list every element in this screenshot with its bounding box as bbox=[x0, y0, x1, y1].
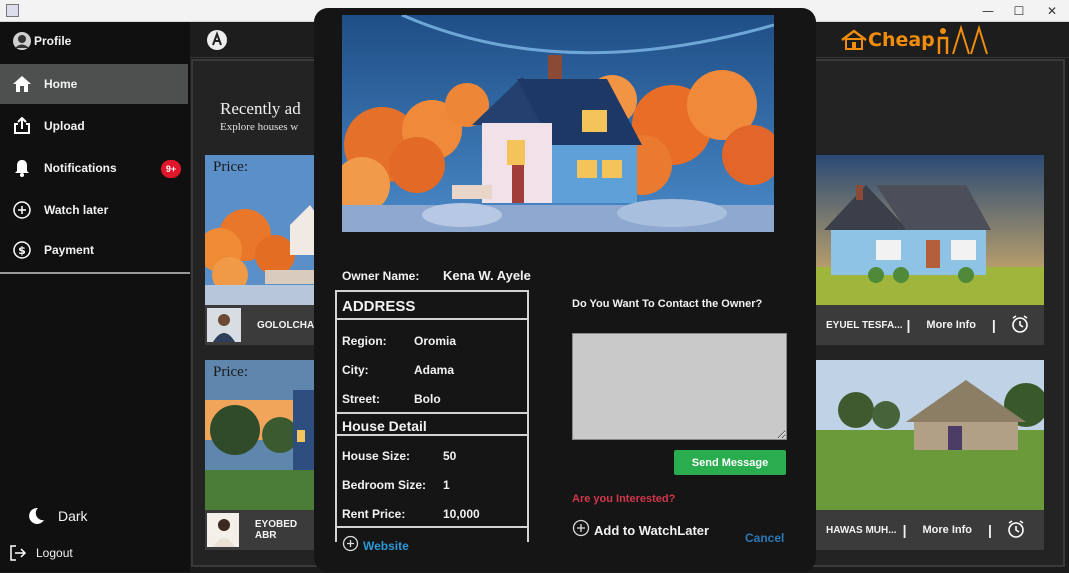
profile-item[interactable]: Profile bbox=[0, 22, 188, 60]
card-footer: HAWAS MUH... | More Info | bbox=[816, 510, 1044, 550]
plus-circle-icon bbox=[0, 200, 44, 220]
send-message-button[interactable]: Send Message bbox=[674, 450, 786, 475]
home-icon bbox=[0, 75, 44, 93]
upload-icon bbox=[0, 117, 44, 135]
divider: | bbox=[906, 317, 911, 333]
divider: | bbox=[987, 522, 992, 538]
region-value: Oromia bbox=[414, 334, 457, 348]
sidebar-item-notifications[interactable]: Notifications 9+ bbox=[0, 148, 188, 188]
alarm-clock-icon[interactable] bbox=[1010, 314, 1030, 337]
minimize-button[interactable]: — bbox=[973, 2, 1003, 20]
bedroom-size-label: Bedroom Size: bbox=[342, 478, 427, 492]
house-card[interactable]: HAWAS MUH... | More Info | bbox=[816, 360, 1044, 550]
interested-label: Are you Interested? bbox=[572, 493, 676, 505]
logout-icon bbox=[0, 543, 36, 563]
owner-name-label: Owner Name: bbox=[342, 269, 420, 283]
message-input[interactable] bbox=[572, 333, 787, 440]
close-window-button[interactable]: ✕ bbox=[1037, 2, 1067, 20]
sidebar-item-label: Payment bbox=[44, 243, 95, 257]
cancel-button[interactable]: Cancel bbox=[745, 531, 784, 545]
recent-title: Recently ad bbox=[220, 99, 301, 118]
more-info-button[interactable]: More Info bbox=[926, 319, 976, 331]
house-image bbox=[816, 155, 1044, 305]
region-label: Region: bbox=[342, 334, 387, 348]
notification-badge: 9+ bbox=[161, 160, 181, 178]
owner-name: GOLOLCHA bbox=[257, 319, 315, 331]
plus-circle-icon bbox=[572, 519, 590, 542]
sidebar-item-label: Notifications bbox=[44, 161, 117, 175]
house-detail-header: House Detail bbox=[342, 418, 427, 434]
divider bbox=[335, 526, 529, 528]
house-image bbox=[816, 360, 1044, 510]
sidebar-divider bbox=[0, 272, 190, 274]
brand-name: Cheap bbox=[868, 29, 935, 51]
sidebar-item-watch-later[interactable]: Watch later bbox=[0, 190, 188, 230]
bell-icon bbox=[0, 158, 44, 178]
owner-name-value: Kena W. Ayele bbox=[443, 268, 531, 283]
brand-logo: Cheap bbox=[840, 24, 993, 56]
alarm-clock-icon[interactable] bbox=[1006, 519, 1026, 542]
house-detail-image bbox=[342, 15, 774, 232]
street-value: Bolo bbox=[414, 392, 441, 406]
app-icon bbox=[6, 4, 19, 17]
house-size-value: 50 bbox=[443, 449, 457, 463]
house-logo-icon bbox=[841, 29, 867, 50]
plus-circle-icon bbox=[342, 535, 359, 557]
profile-label: Profile bbox=[34, 34, 72, 48]
logout-button[interactable]: Logout bbox=[0, 533, 188, 573]
house-image: Price: bbox=[205, 360, 317, 510]
bedroom-size-value: 1 bbox=[443, 478, 450, 492]
contact-question: Do You Want To Contact the Owner? bbox=[572, 298, 763, 310]
sidebar-item-payment[interactable]: $ Payment bbox=[0, 230, 188, 270]
owner-name: EYOBED ABR bbox=[254, 519, 298, 541]
divider: | bbox=[902, 522, 907, 538]
city-value: Adama bbox=[414, 363, 455, 377]
city-label: City: bbox=[342, 363, 369, 377]
divider: | bbox=[991, 317, 996, 333]
house-card[interactable]: EYUEL TESFA... | More Info | bbox=[816, 155, 1044, 345]
logout-label: Logout bbox=[36, 546, 73, 560]
website-link[interactable]: Website bbox=[342, 535, 409, 557]
rent-price-label: Rent Price: bbox=[342, 507, 406, 521]
house-card[interactable]: Price: GOLOLCHA bbox=[205, 155, 317, 345]
recent-subtitle: Explore houses w bbox=[220, 121, 299, 133]
house-size-label: House Size: bbox=[342, 449, 411, 463]
owner-name: EYUEL TESFA... bbox=[826, 319, 903, 331]
card-footer: GOLOLCHA bbox=[205, 305, 317, 345]
house-image: Price: bbox=[205, 155, 317, 305]
owner-name: HAWAS MUH... bbox=[826, 524, 897, 536]
more-info-button[interactable]: More Info bbox=[922, 524, 972, 536]
website-label: Website bbox=[363, 539, 409, 553]
logo-figures-icon bbox=[937, 24, 988, 55]
address-header: ADDRESS bbox=[342, 298, 416, 315]
sidebar-item-label: Watch later bbox=[44, 203, 109, 217]
maximize-button[interactable]: ☐ bbox=[1004, 2, 1034, 20]
add-to-watchlater-button[interactable]: Add to WatchLater bbox=[572, 519, 709, 542]
divider bbox=[335, 434, 529, 436]
dark-mode-toggle[interactable]: Dark bbox=[0, 496, 188, 536]
watchlater-label: Add to WatchLater bbox=[594, 523, 710, 538]
dark-label: Dark bbox=[58, 508, 88, 524]
owner-avatar bbox=[207, 308, 241, 342]
app-nav-icon[interactable] bbox=[206, 29, 228, 56]
sidebar-item-home[interactable]: Home bbox=[0, 64, 188, 104]
owner-avatar bbox=[207, 513, 239, 547]
street-label: Street: bbox=[342, 392, 381, 406]
sidebar-item-label: Upload bbox=[44, 119, 85, 133]
sidebar-item-upload[interactable]: Upload bbox=[0, 106, 188, 146]
sidebar: Profile Home Upload Notifications 9+ Wat… bbox=[0, 22, 190, 572]
house-card[interactable]: Price: EYOBED ABR bbox=[205, 360, 317, 550]
rent-price-value: 10,000 bbox=[443, 507, 480, 521]
sidebar-item-label: Home bbox=[44, 77, 78, 91]
card-footer: EYOBED ABR bbox=[205, 510, 317, 550]
card-footer: EYUEL TESFA... | More Info | bbox=[816, 305, 1044, 345]
divider bbox=[335, 318, 529, 320]
svg-text:$: $ bbox=[18, 244, 26, 257]
dollar-circle-icon: $ bbox=[0, 240, 44, 260]
price-label: Price: bbox=[213, 159, 248, 175]
price-label: Price: bbox=[213, 364, 248, 380]
